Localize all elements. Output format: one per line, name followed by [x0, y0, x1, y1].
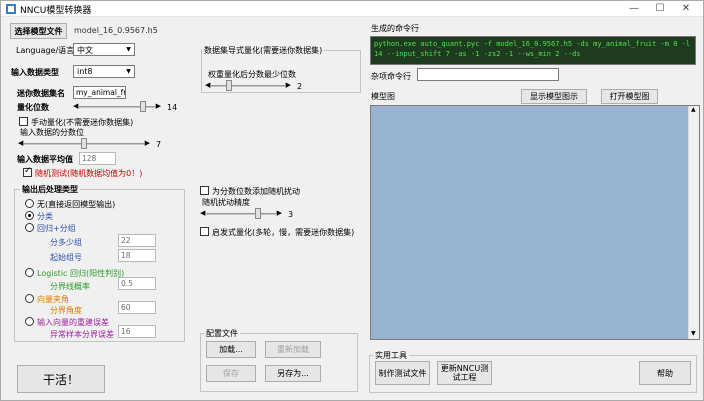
input-mean-input[interactable]: 128	[79, 152, 116, 165]
arrow-left-icon: ◀	[200, 209, 206, 217]
radio-logistic-label: Logistic 回归(阳性判别)	[37, 269, 125, 278]
min-frac-label: 权重量化后分数最少位数	[208, 70, 296, 79]
open-diagram-button[interactable]: 打开模型图	[601, 89, 658, 104]
slider-track	[211, 85, 285, 87]
random-precision-slider[interactable]: ◀ ▶	[200, 208, 282, 220]
quant-bits-label: 量化位数	[17, 103, 49, 112]
vertical-scrollbar[interactable]: ▲ ▼	[688, 106, 699, 339]
save-button[interactable]: 保存	[206, 365, 256, 382]
start-index-input[interactable]: 18	[118, 249, 156, 262]
language-value: 中文	[77, 46, 93, 55]
dataset-format-group-label: 数据集导式量化(需要迷你数据集)	[202, 45, 325, 56]
random-weight-label: 为分数位数添加随机扰动	[212, 187, 300, 196]
radio-classification[interactable]	[25, 211, 34, 220]
frac-bits-slider[interactable]: ◀ ▶	[18, 138, 150, 150]
radio-vector-angle[interactable]	[25, 294, 34, 303]
show-diagram-button[interactable]: 显示模型图示	[521, 89, 587, 104]
slider-thumb[interactable]	[255, 208, 262, 219]
heuristic-label: 启发式量化(多轮，慢，需要迷你数据集)	[212, 228, 355, 237]
recon-threshold-input[interactable]: 16	[118, 325, 156, 338]
command-label: 生成的命令行	[371, 24, 419, 33]
radio-regression[interactable]	[25, 223, 34, 232]
random-weight-checkbox[interactable]	[200, 186, 209, 195]
min-frac-slider[interactable]: ◀ ▶	[205, 80, 291, 92]
main-window: NNCU模型转换器 — ☐ ✕ 选择模型文件 model_16_0.9567.h…	[0, 0, 704, 401]
language-select[interactable]: 中文 ▼	[73, 43, 135, 56]
arrow-left-icon: ◀	[18, 139, 24, 147]
heuristic-checkbox[interactable]	[200, 227, 209, 236]
input-type-label: 输入数据类型	[11, 68, 59, 77]
language-label: Language/语言	[16, 46, 75, 55]
tools-group-label: 实用工具	[373, 350, 409, 361]
random-precision-label: 随机扰动精度	[202, 198, 250, 207]
scroll-up-icon[interactable]: ▲	[691, 106, 696, 113]
dataset-name-input[interactable]: my_animal_fruit	[73, 86, 126, 99]
radio-regression-label: 回归+分组	[37, 224, 76, 233]
slider-thumb[interactable]	[139, 101, 146, 112]
update-nncu-button[interactable]: 更新NNCU测试工程	[437, 361, 492, 385]
radio-vector-angle-label: 向量夹角	[37, 295, 69, 304]
chevron-down-icon: ▼	[126, 46, 131, 53]
close-button[interactable]: ✕	[673, 1, 699, 16]
chevron-down-icon: ▼	[126, 68, 131, 75]
app-icon	[6, 4, 16, 14]
slider-track	[206, 213, 276, 215]
random-test-label: 随机测试(随机数据均值为0！)	[35, 169, 143, 178]
logistic-threshold-label: 分界线概率	[50, 282, 90, 291]
maximize-button[interactable]: ☐	[647, 1, 673, 16]
reload-button[interactable]: 重新加载	[265, 341, 321, 358]
start-index-label: 起始组号	[50, 253, 82, 262]
arrow-right-icon: ▶	[276, 209, 282, 217]
radio-reconstruction[interactable]	[25, 317, 34, 326]
min-frac-value: 2	[297, 82, 303, 91]
recon-threshold-label: 异常样本分界误差	[50, 330, 114, 339]
arrow-left-icon: ◀	[205, 81, 211, 89]
arrow-right-icon: ▶	[155, 102, 161, 110]
quant-bits-slider[interactable]: ◀ ▶	[73, 101, 161, 113]
quant-bits-value: 14	[167, 103, 178, 112]
minimize-button[interactable]: —	[621, 1, 647, 16]
radio-logistic[interactable]	[25, 268, 34, 277]
radio-reconstruction-label: 输入向量的重建误差	[37, 318, 109, 327]
scroll-down-icon[interactable]: ▼	[691, 330, 696, 337]
extra-args-input[interactable]	[417, 68, 559, 81]
group-size-label: 分多少组	[50, 238, 82, 247]
slider-thumb[interactable]	[81, 138, 87, 149]
extra-args-label: 杂项命令行	[371, 72, 411, 81]
radio-classification-label: 分类	[37, 212, 53, 221]
output-post-group-label: 输出后处理类型	[20, 184, 80, 195]
model-filename: model_16_0.9567.h5	[74, 26, 158, 35]
arrow-right-icon: ▶	[144, 139, 150, 147]
save-as-button[interactable]: 另存为...	[265, 365, 321, 382]
config-group-label: 配置文件	[204, 328, 240, 339]
dataset-name-label: 迷你数据集名	[17, 89, 65, 98]
slider-thumb[interactable]	[226, 80, 233, 91]
logistic-threshold-input[interactable]: 0.5	[118, 277, 156, 290]
arrow-right-icon: ▶	[285, 81, 291, 89]
input-type-select[interactable]: int8 ▼	[73, 65, 135, 78]
radio-none[interactable]	[25, 199, 34, 208]
vector-threshold-label: 分界角度	[50, 306, 82, 315]
select-model-button[interactable]: 选择模型文件	[10, 23, 67, 39]
make-test-button[interactable]: 制作测试文件	[375, 361, 430, 385]
radio-none-label: 无(直接返回模型输出)	[37, 200, 116, 209]
frac-bits-value: 7	[156, 140, 162, 149]
vector-threshold-input[interactable]: 60	[118, 301, 156, 314]
group-size-input[interactable]: 22	[118, 234, 156, 247]
arrow-left-icon: ◀	[73, 102, 79, 110]
command-output[interactable]: python.exe auto_quant.pyc -f model_16_0.…	[370, 36, 696, 65]
load-button[interactable]: 加载...	[206, 341, 256, 358]
title-bar: NNCU模型转换器 — ☐ ✕	[1, 1, 703, 17]
input-mean-label: 输入数据平均值	[17, 155, 73, 164]
window-title: NNCU模型转换器	[20, 6, 92, 16]
frac-bits-label: 输入数据的分数位	[20, 128, 84, 137]
manual-quant-checkbox[interactable]	[19, 117, 28, 126]
run-button[interactable]: 干活！	[17, 365, 105, 393]
input-type-value: int8	[77, 67, 93, 76]
help-button[interactable]: 帮助	[639, 361, 691, 385]
random-precision-value: 3	[288, 210, 294, 219]
model-diagram-view[interactable]: ▲ ▼	[370, 105, 700, 340]
model-diagram-label: 模型图	[371, 92, 395, 101]
random-test-checkbox[interactable]	[23, 166, 32, 177]
